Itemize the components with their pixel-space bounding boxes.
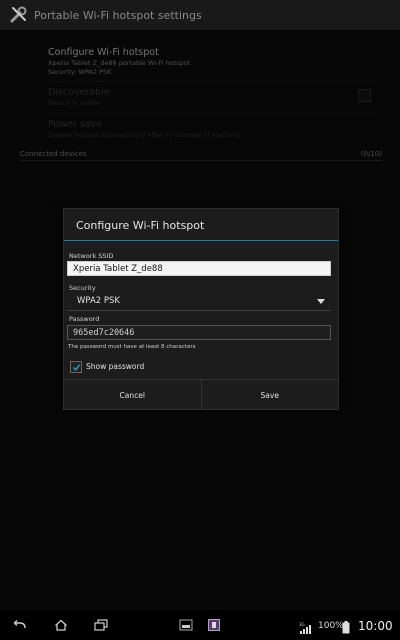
clock: 10:00 [358, 619, 393, 633]
wrench-screwdriver-icon[interactable] [6, 2, 32, 28]
chevron-down-icon [317, 299, 325, 304]
save-button[interactable]: Save [200, 380, 339, 410]
password-label: Password [69, 315, 100, 323]
password-value: 965ed7c20646 [73, 327, 135, 338]
back-icon[interactable] [12, 618, 28, 632]
battery-percent: 100% [318, 621, 344, 631]
ssid-value: Xperia Tablet Z_de88 [73, 263, 163, 274]
show-password-label[interactable]: Show password [86, 362, 144, 371]
battery-icon [342, 619, 350, 638]
checkmark-icon [72, 363, 80, 371]
network-type: 3G [299, 622, 305, 627]
show-password-checkbox[interactable] [70, 361, 82, 373]
ssid-input[interactable]: Xperia Tablet Z_de88 [67, 261, 331, 276]
configure-hotspot-dialog: Configure Wi-Fi hotspot Network SSID Xpe… [63, 208, 339, 410]
system-bar: 3G 100% 10:00 [0, 610, 400, 640]
password-hint: The password must have at least 8 charac… [68, 344, 196, 350]
recent-apps-icon[interactable] [93, 618, 109, 632]
home-icon[interactable] [53, 618, 69, 632]
dialog-title-divider [64, 240, 338, 241]
notification-app-icon [206, 618, 222, 632]
dialog-button-bar: Cancel Save [64, 379, 338, 410]
signal-3g-icon: 3G [299, 619, 313, 638]
security-select[interactable]: WPA2 PSK [67, 293, 331, 309]
action-bar: Portable Wi-Fi hotspot settings [0, 0, 400, 30]
security-label: Security [69, 284, 96, 292]
select-underline [67, 310, 331, 311]
ssid-label: Network SSID [69, 252, 114, 260]
password-input[interactable]: 965ed7c20646 [67, 325, 331, 340]
dialog-title: Configure Wi-Fi hotspot [76, 219, 205, 232]
cancel-button[interactable]: Cancel [64, 380, 201, 410]
security-value: WPA2 PSK [77, 296, 121, 306]
small-app-window-icon[interactable] [178, 618, 194, 632]
page-title: Portable Wi-Fi hotspot settings [34, 8, 202, 22]
